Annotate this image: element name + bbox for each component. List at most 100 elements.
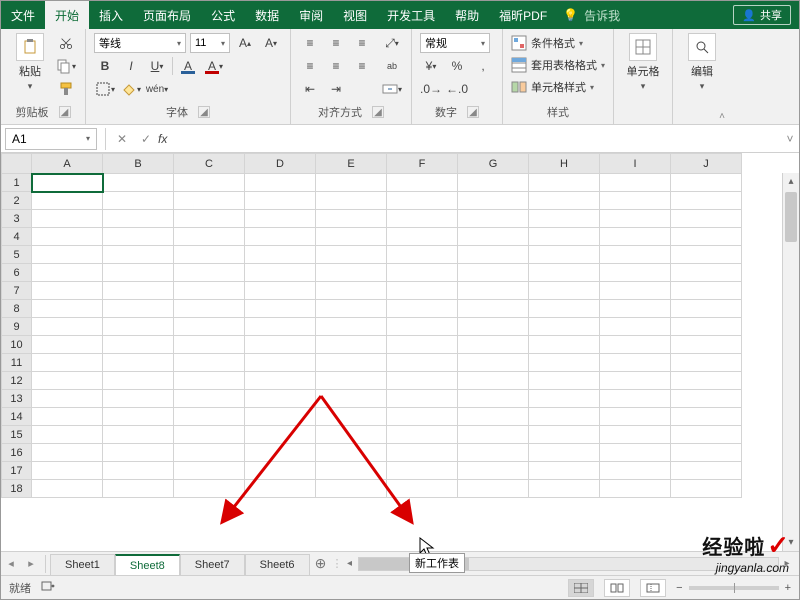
clipboard-dialog-launcher[interactable]: ◢ (59, 106, 71, 118)
cancel-formula-button[interactable]: ✕ (110, 132, 134, 146)
name-box[interactable]: A1▾ (5, 128, 97, 150)
cell-grid[interactable]: A B C D E F G H I J 1 2 3 4 5 6 7 (1, 153, 742, 498)
collapse-ribbon-button[interactable]: ˄ (719, 111, 725, 122)
number-dialog-launcher[interactable]: ◢ (467, 106, 479, 118)
cell-styles-button[interactable]: 单元格样式▾ (511, 79, 594, 95)
increase-font-button[interactable]: A▴ (234, 33, 256, 53)
row-header[interactable]: 8 (2, 300, 32, 318)
formula-input[interactable] (178, 128, 781, 150)
col-header[interactable]: I (600, 154, 671, 174)
menu-data[interactable]: 数据 (245, 1, 289, 29)
wrap-text-button[interactable]: ab (381, 56, 403, 76)
editing-button[interactable]: 编辑 ▾ (681, 33, 723, 92)
number-format-select[interactable]: 常规▾ (420, 33, 490, 53)
row-header[interactable]: 3 (2, 210, 32, 228)
select-all-corner[interactable] (2, 154, 32, 174)
row-header[interactable]: 1 (2, 174, 32, 192)
align-middle-button[interactable]: ≡ (325, 33, 347, 53)
font-name-select[interactable]: 等线▾ (94, 33, 186, 53)
new-sheet-button[interactable]: ⊕ (310, 555, 332, 572)
comma-button[interactable]: , (472, 56, 494, 76)
font-color-a-button[interactable]: A (177, 56, 199, 76)
sheet-tab[interactable]: Sheet1 (50, 554, 115, 576)
align-top-button[interactable]: ≡ (299, 33, 321, 53)
row-header[interactable]: 6 (2, 264, 32, 282)
row-header[interactable]: 2 (2, 192, 32, 210)
menu-insert[interactable]: 插入 (89, 1, 133, 29)
zoom-slider[interactable]: − + (676, 582, 791, 594)
align-center-button[interactable]: ≡ (325, 56, 347, 76)
row-header[interactable]: 10 (2, 336, 32, 354)
format-as-table-button[interactable]: 套用表格格式▾ (511, 57, 605, 73)
fill-color-button[interactable]: ▾ (120, 79, 142, 99)
page-layout-view-button[interactable] (604, 579, 630, 597)
sheet-tab[interactable]: Sheet8 (115, 554, 180, 576)
col-header[interactable]: A (32, 154, 103, 174)
macro-record-icon[interactable] (41, 579, 55, 596)
row-header[interactable]: 4 (2, 228, 32, 246)
row-header[interactable]: 15 (2, 426, 32, 444)
scroll-left-button[interactable]: ◂ (342, 558, 358, 569)
scroll-right-button[interactable]: ▸ (779, 558, 795, 569)
row-header[interactable]: 9 (2, 318, 32, 336)
menu-view[interactable]: 视图 (333, 1, 377, 29)
format-painter-button[interactable] (55, 79, 77, 99)
vertical-scrollbar[interactable]: ▴ ▾ (782, 173, 799, 551)
scroll-up-button[interactable]: ▴ (783, 173, 799, 190)
row-header[interactable]: 18 (2, 480, 32, 498)
font-dialog-launcher[interactable]: ◢ (198, 106, 210, 118)
orientation-button[interactable]: ⤢▾ (381, 33, 403, 53)
row-header[interactable]: 11 (2, 354, 32, 372)
tell-me-icon[interactable]: 💡 (563, 8, 578, 22)
conditional-formatting-button[interactable]: 条件格式▾ (511, 35, 583, 51)
page-break-view-button[interactable] (640, 579, 666, 597)
sheet-tab[interactable]: Sheet6 (245, 554, 310, 576)
italic-button[interactable]: I (120, 56, 142, 76)
menu-home[interactable]: 开始 (45, 1, 89, 29)
increase-decimal-button[interactable]: .0→ (420, 79, 442, 99)
scroll-thumb[interactable] (785, 192, 796, 242)
menu-review[interactable]: 审阅 (289, 1, 333, 29)
zoom-in-button[interactable]: + (785, 582, 791, 594)
expand-formula-bar-button[interactable]: ˅ (781, 132, 799, 146)
enter-formula-button[interactable]: ✓ (134, 132, 158, 146)
col-header[interactable]: E (316, 154, 387, 174)
menu-formulas[interactable]: 公式 (201, 1, 245, 29)
tab-nav-prev[interactable]: ◂ (1, 557, 21, 570)
row-header[interactable]: 12 (2, 372, 32, 390)
row-header[interactable]: 7 (2, 282, 32, 300)
decrease-indent-button[interactable]: ⇤ (299, 79, 321, 99)
menu-file[interactable]: 文件 (1, 1, 45, 29)
row-header[interactable]: 16 (2, 444, 32, 462)
cut-button[interactable] (55, 33, 77, 53)
fx-label[interactable]: fx (158, 132, 178, 146)
underline-button[interactable]: U▾ (146, 56, 168, 76)
increase-indent-button[interactable]: ⇥ (325, 79, 347, 99)
cells-button[interactable]: 单元格 ▾ (622, 33, 664, 92)
align-bottom-button[interactable]: ≡ (351, 33, 373, 53)
col-header[interactable]: G (458, 154, 529, 174)
decrease-font-button[interactable]: A▾ (260, 33, 282, 53)
align-left-button[interactable]: ≡ (299, 56, 321, 76)
col-header[interactable]: C (174, 154, 245, 174)
col-header[interactable]: H (529, 154, 600, 174)
tell-me-label[interactable]: 告诉我 (584, 7, 620, 24)
menu-foxit-pdf[interactable]: 福昕PDF (489, 1, 557, 29)
border-button[interactable]: ▾ (94, 79, 116, 99)
row-header[interactable]: 17 (2, 462, 32, 480)
row-header[interactable]: 5 (2, 246, 32, 264)
bold-button[interactable]: B (94, 56, 116, 76)
row-header[interactable]: 14 (2, 408, 32, 426)
copy-button[interactable]: ▾ (55, 56, 77, 76)
zoom-out-button[interactable]: − (676, 582, 682, 594)
col-header[interactable]: B (103, 154, 174, 174)
scroll-down-button[interactable]: ▾ (783, 534, 799, 551)
sheet-tab[interactable]: Sheet7 (180, 554, 245, 576)
phonetic-button[interactable]: wén▾ (146, 79, 168, 99)
font-size-select[interactable]: 11▾ (190, 33, 230, 53)
menu-help[interactable]: 帮助 (445, 1, 489, 29)
share-button[interactable]: 👤共享 (733, 5, 791, 25)
tab-splitter[interactable]: ⋮ (332, 557, 338, 570)
col-header[interactable]: D (245, 154, 316, 174)
font-color-button[interactable]: A▾ (203, 56, 225, 76)
